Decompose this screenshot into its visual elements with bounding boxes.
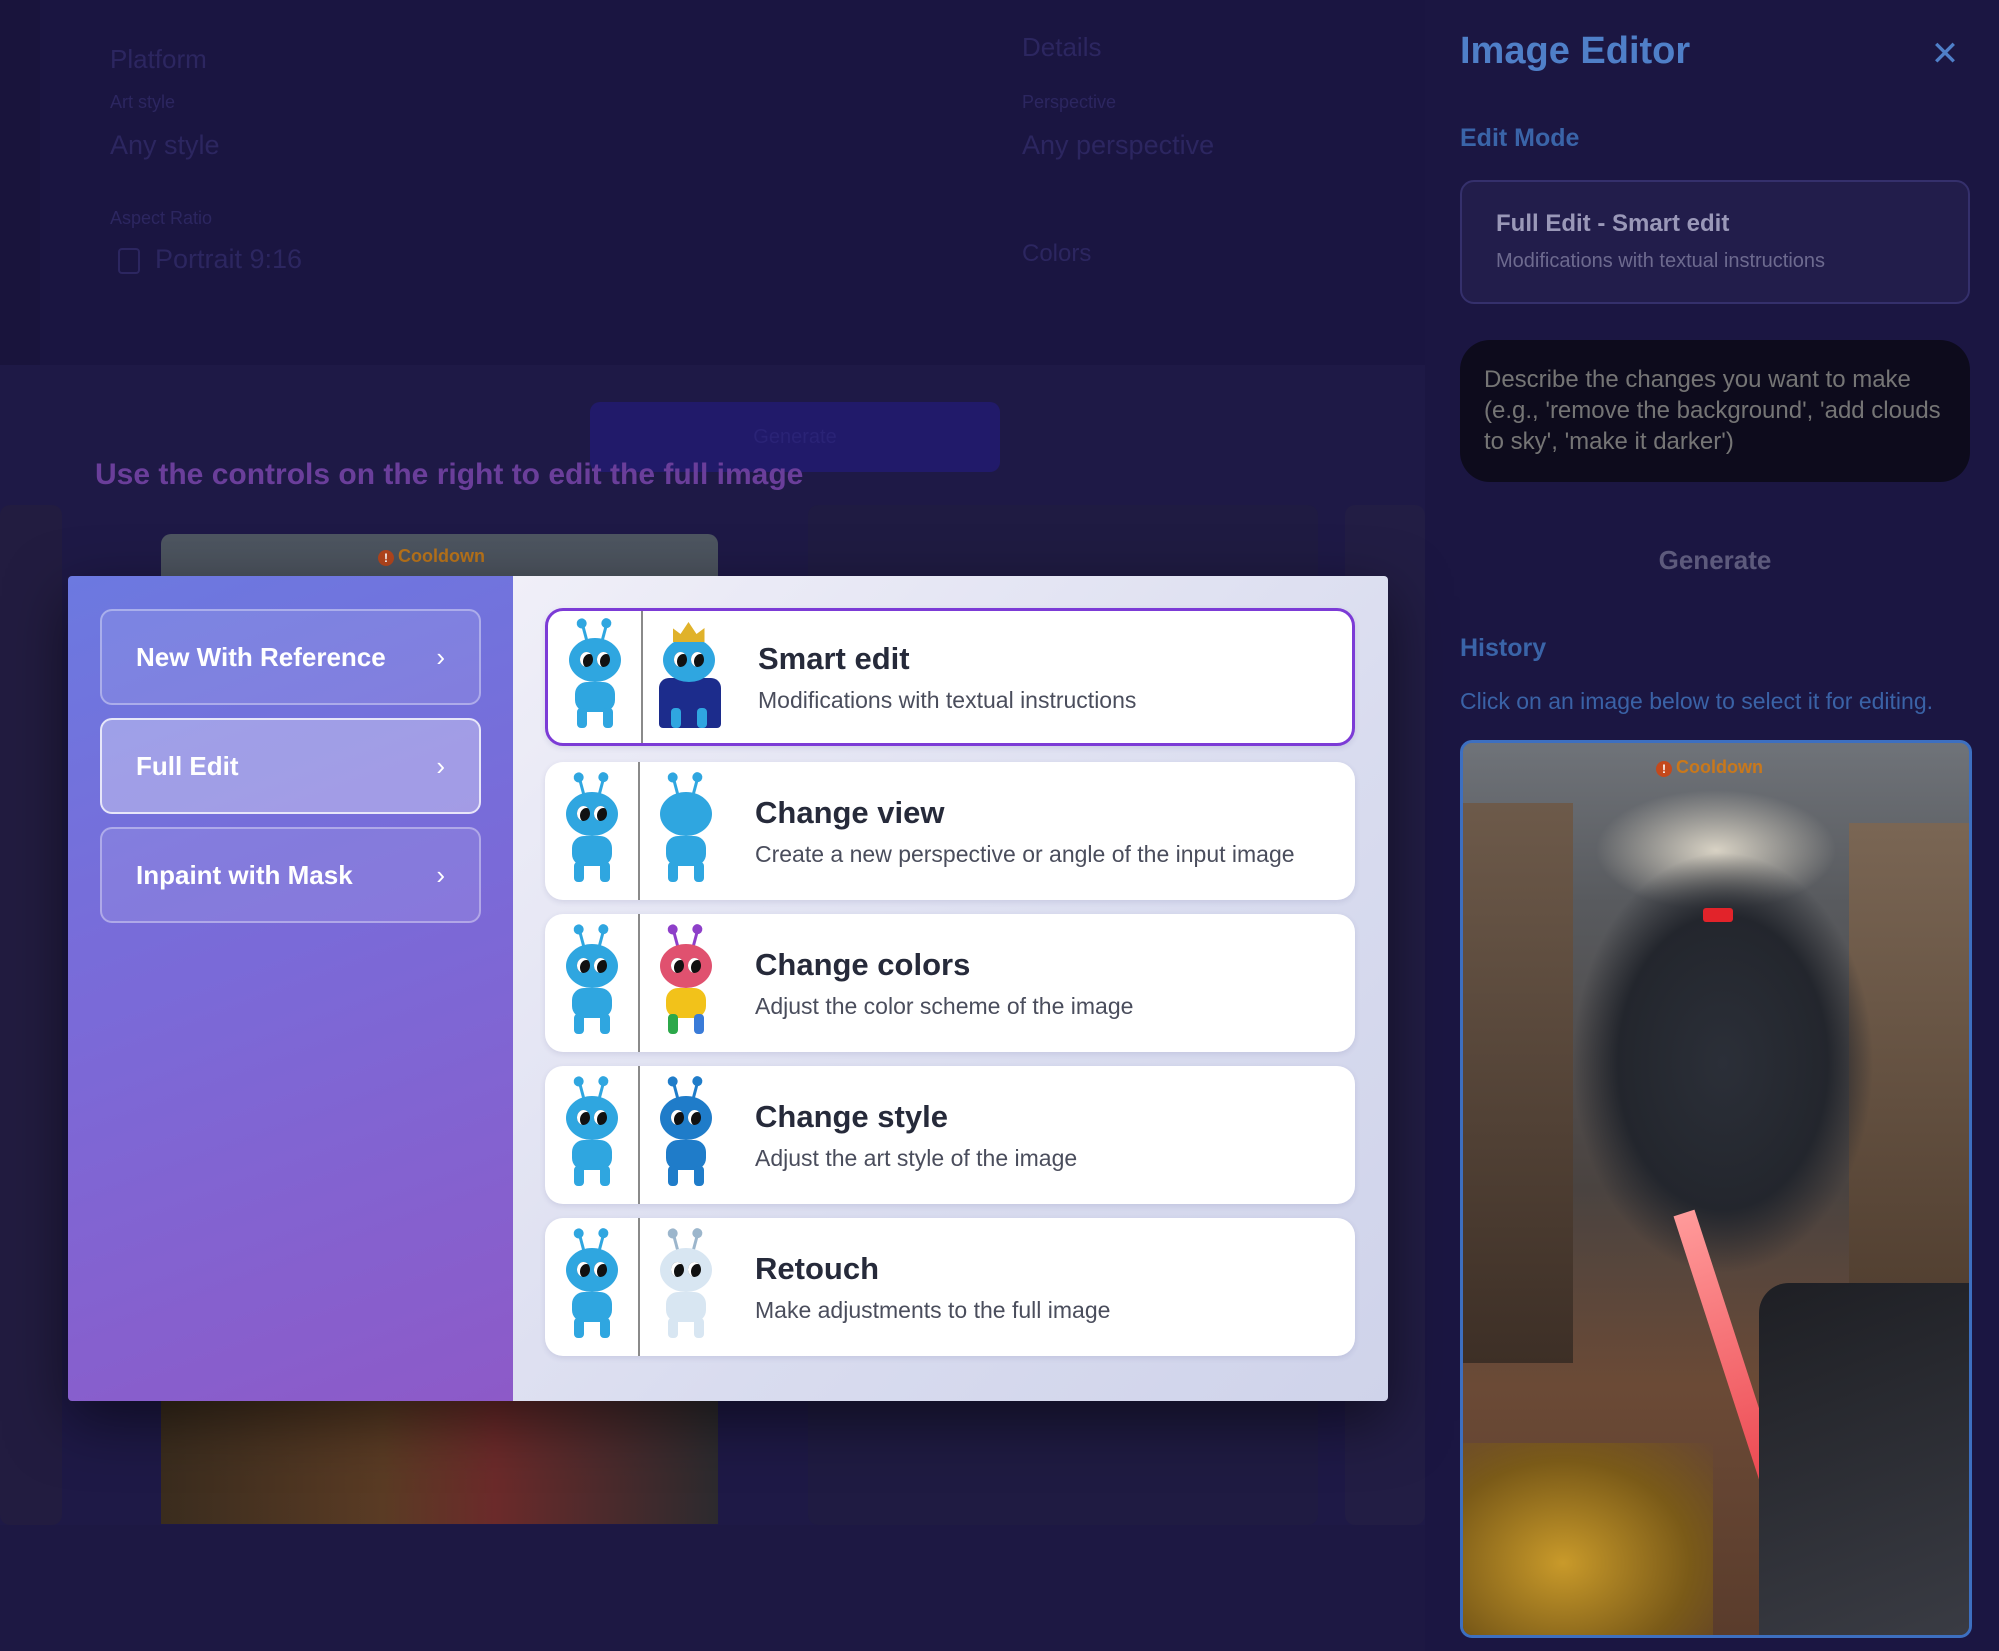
before-robot-thumbnail <box>548 611 641 743</box>
art-style-label: Art style <box>110 92 176 112</box>
category-column: New With Reference › Full Edit › Inpaint… <box>68 576 513 1401</box>
aspect-ratio-checkbox <box>118 248 140 274</box>
cooldown-badge-label: Cooldown <box>398 546 485 566</box>
option-thumbnails <box>545 1066 731 1204</box>
option-thumbnails <box>545 762 731 900</box>
option-retouch[interactable]: Retouch Make adjustments to the full ima… <box>545 1218 1355 1356</box>
before-robot-thumbnail <box>545 914 638 1052</box>
scene-glove <box>1463 1443 1713 1635</box>
option-change-view[interactable]: Change view Create a new perspective or … <box>545 762 1355 900</box>
category-inpaint-with-mask[interactable]: Inpaint with Mask › <box>100 827 481 923</box>
category-label: Inpaint with Mask <box>136 859 353 890</box>
option-title: Change style <box>755 1098 948 1134</box>
option-title: Change colors <box>755 946 971 982</box>
background-thumbnail <box>0 505 62 1525</box>
option-thumbnails <box>548 611 734 743</box>
platform-label: Platform <box>110 44 207 74</box>
generate-button[interactable]: Generate <box>1460 528 1970 592</box>
option-thumbnails <box>545 1218 731 1356</box>
edit-description-input[interactable] <box>1460 340 1970 482</box>
perspective-label: Perspective <box>1022 92 1117 112</box>
edit-hint-text: Use the controls on the right to edit th… <box>95 458 804 491</box>
option-subtitle: Make adjustments to the full image <box>755 1296 1111 1323</box>
image-editor-panel: Image Editor ✕ Edit Mode Full Edit - Sma… <box>1425 0 1999 1651</box>
background-grid-row <box>0 1525 1425 1651</box>
option-column: Smart edit Modifications with textual in… <box>513 576 1388 1401</box>
panel-title: Image Editor <box>1460 30 1691 72</box>
option-title: Smart edit <box>758 640 910 676</box>
category-label: Full Edit <box>136 750 239 781</box>
edit-mode-subtitle: Modifications with textual instructions <box>1496 250 1826 272</box>
aspect-ratio-value: Portrait 9:16 <box>155 244 303 274</box>
background-settings-panel <box>40 0 1425 365</box>
option-subtitle: Adjust the art style of the image <box>755 1144 1078 1171</box>
option-smart-edit[interactable]: Smart edit Modifications with textual in… <box>545 608 1355 746</box>
colors-label: Colors <box>1022 240 1092 267</box>
chevron-right-icon: › <box>436 750 445 781</box>
after-robot-thumbnail <box>638 1218 731 1356</box>
cooldown-badge: ! Cooldown <box>378 546 485 567</box>
aspect-ratio-label: Aspect Ratio <box>110 208 213 228</box>
close-icon[interactable]: ✕ <box>1925 34 1965 74</box>
history-label: History <box>1460 634 1547 662</box>
option-change-colors[interactable]: Change colors Adjust the color scheme of… <box>545 914 1355 1052</box>
details-label: Details <box>1022 32 1102 62</box>
option-subtitle: Create a new perspective or angle of the… <box>755 840 1295 867</box>
option-thumbnails <box>545 914 731 1052</box>
chevron-right-icon: › <box>436 641 445 672</box>
scene-robot-eye <box>1703 908 1733 922</box>
before-robot-thumbnail <box>545 1218 638 1356</box>
option-subtitle: Adjust the color scheme of the image <box>755 992 1134 1019</box>
scene-gun <box>1759 1283 1969 1635</box>
option-title: Change view <box>755 794 945 830</box>
scene-building <box>1463 803 1573 1363</box>
cooldown-badge-label: Cooldown <box>1676 757 1763 777</box>
background-sidebar <box>0 0 40 365</box>
after-robot-thumbnail <box>641 611 734 743</box>
edit-mode-selector[interactable]: Full Edit - Smart edit Modifications wit… <box>1460 180 1970 304</box>
history-hint: Click on an image below to select it for… <box>1460 688 1934 714</box>
chevron-right-icon: › <box>436 859 445 890</box>
category-label: New With Reference <box>136 641 386 672</box>
option-title: Retouch <box>755 1250 879 1286</box>
after-robot-thumbnail <box>638 1066 731 1204</box>
after-robot-thumbnail <box>638 762 731 900</box>
category-new-with-reference[interactable]: New With Reference › <box>100 609 481 705</box>
edit-mode-label: Edit Mode <box>1460 124 1580 152</box>
after-robot-thumbnail <box>638 914 731 1052</box>
edit-type-menu: New With Reference › Full Edit › Inpaint… <box>68 576 1388 1401</box>
option-change-style[interactable]: Change style Adjust the art style of the… <box>545 1066 1355 1204</box>
before-robot-thumbnail <box>545 762 638 900</box>
cooldown-badge: ! Cooldown <box>1656 757 1763 778</box>
background-main-image-bottom <box>161 1400 718 1524</box>
art-style-value: Any style <box>110 130 220 160</box>
before-robot-thumbnail <box>545 1066 638 1204</box>
category-full-edit[interactable]: Full Edit › <box>100 718 481 814</box>
option-subtitle: Modifications with textual instructions <box>758 686 1137 713</box>
edit-mode-title: Full Edit - Smart edit <box>1496 210 1730 237</box>
history-image[interactable]: ! Cooldown <box>1460 740 1972 1638</box>
perspective-value: Any perspective <box>1022 130 1215 160</box>
